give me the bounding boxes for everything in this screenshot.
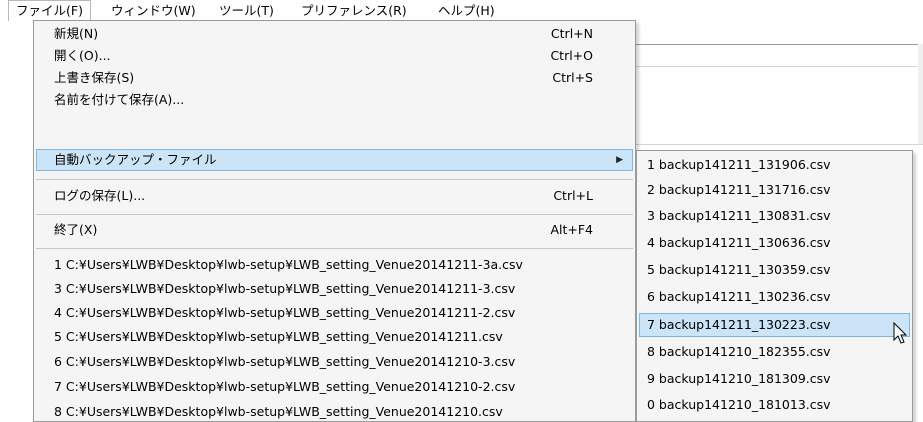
menu-window[interactable]: ウィンドウ(W)	[104, 0, 203, 21]
backup-file-item[interactable]: 8 backup141210_182355.csv	[639, 340, 910, 364]
recent-file-label: 8 C:¥Users¥LWB¥Desktop¥lwb-setup¥LWB_set…	[54, 404, 503, 419]
window-edge	[918, 44, 923, 144]
menu-item-label: 新規(N)	[54, 26, 99, 41]
menubar: ファイル(F) ウィンドウ(W) ツール(T) プリファレンス(R) ヘルプ(H…	[0, 0, 923, 21]
backup-file-item[interactable]: 6 backup141211_130236.csv	[639, 285, 910, 309]
menu-tools[interactable]: ツール(T)	[212, 0, 281, 21]
submenu-arrow-icon: ▶	[616, 155, 623, 165]
recent-file-label: 1 C:¥Users¥LWB¥Desktop¥lwb-setup¥LWB_set…	[54, 257, 523, 272]
menu-file[interactable]: ファイル(F)	[8, 0, 91, 21]
recent-file-item[interactable]: 6 C:¥Users¥LWB¥Desktop¥lwb-setup¥LWB_set…	[36, 351, 633, 373]
mouse-pointer-icon	[893, 322, 908, 344]
recent-file-item[interactable]: 7 C:¥Users¥LWB¥Desktop¥lwb-setup¥LWB_set…	[36, 376, 633, 398]
toolbar-divider	[636, 66, 923, 67]
menu-item-save-log[interactable]: ログの保存(L)... Ctrl+L	[36, 185, 633, 207]
menu-preferences[interactable]: プリファレンス(R)	[294, 0, 414, 21]
toolbar-divider	[636, 144, 923, 145]
menu-item-label: 名前を付けて保存(A)...	[54, 92, 185, 107]
backup-file-label: 4 backup141211_130636.csv	[647, 235, 831, 250]
backup-file-item[interactable]: 9 backup141210_181309.csv	[639, 367, 910, 391]
backup-file-item[interactable]: 1 backup141211_131906.csv	[639, 153, 910, 177]
recent-file-item[interactable]: 4 C:¥Users¥LWB¥Desktop¥lwb-setup¥LWB_set…	[36, 302, 633, 324]
recent-file-item[interactable]: 3 C:¥Users¥LWB¥Desktop¥lwb-setup¥LWB_set…	[36, 278, 633, 300]
backup-file-label: 8 backup141210_182355.csv	[647, 344, 831, 359]
menu-help[interactable]: ヘルプ(H)	[431, 0, 502, 21]
menu-item-label: 上書き保存(S)	[54, 70, 135, 85]
menu-item-label: ログの保存(L)...	[54, 188, 146, 203]
backup-file-label: 0 backup141210_181013.csv	[647, 397, 831, 412]
menu-item-open[interactable]: 開く(O)... Ctrl+O	[36, 45, 633, 67]
menu-separator	[36, 179, 633, 180]
backup-file-label: 7 backup141211_130223.csv	[647, 317, 831, 332]
menu-item-shortcut: Ctrl+O	[550, 48, 593, 63]
recent-file-item[interactable]: 8 C:¥Users¥LWB¥Desktop¥lwb-setup¥LWB_set…	[36, 401, 633, 421]
backup-file-item[interactable]: 2 backup141211_131716.csv	[639, 178, 910, 202]
recent-file-item[interactable]: 1 C:¥Users¥LWB¥Desktop¥lwb-setup¥LWB_set…	[36, 254, 633, 276]
recent-file-label: 3 C:¥Users¥LWB¥Desktop¥lwb-setup¥LWB_set…	[54, 281, 516, 296]
menu-item-save[interactable]: 上書き保存(S) Ctrl+S	[36, 67, 633, 89]
backup-file-label: 6 backup141211_130236.csv	[647, 289, 831, 304]
menu-item-label: 自動バックアップ・ファイル	[54, 152, 217, 167]
menu-item-auto-backup[interactable]: 自動バックアップ・ファイル ▶	[36, 149, 633, 171]
backup-file-item[interactable]: 3 backup141211_130831.csv	[639, 204, 910, 228]
menu-item-save-as[interactable]: 名前を付けて保存(A)...	[36, 89, 633, 111]
backup-file-label: 2 backup141211_131716.csv	[647, 182, 831, 197]
backup-file-item-selected[interactable]: 7 backup141211_130223.csv	[639, 313, 910, 337]
menu-item-shortcut: Ctrl+S	[552, 70, 593, 85]
toolbar-divider	[636, 44, 923, 45]
menu-separator	[36, 214, 633, 215]
backup-file-label: 9 backup141210_181309.csv	[647, 371, 831, 386]
file-menu-dropdown: 新規(N) Ctrl+N 開く(O)... Ctrl+O 上書き保存(S) Ct…	[33, 20, 636, 422]
menu-item-label: 終了(X)	[54, 222, 98, 237]
backup-file-label: 1 backup141211_131906.csv	[647, 157, 831, 172]
backup-file-label: 3 backup141211_130831.csv	[647, 208, 831, 223]
menu-item-label: 開く(O)...	[54, 48, 111, 63]
menu-item-shortcut: Ctrl+N	[550, 26, 593, 41]
backup-file-item[interactable]: 4 backup141211_130636.csv	[639, 231, 910, 255]
backup-file-item[interactable]: 5 backup141211_130359.csv	[639, 258, 910, 282]
auto-backup-submenu: 1 backup141211_131906.csv 2 backup141211…	[636, 150, 913, 422]
recent-file-label: 5 C:¥Users¥LWB¥Desktop¥lwb-setup¥LWB_set…	[54, 329, 503, 344]
recent-file-label: 4 C:¥Users¥LWB¥Desktop¥lwb-setup¥LWB_set…	[54, 305, 516, 320]
backup-file-item[interactable]: 0 backup141210_181013.csv	[639, 393, 910, 417]
menu-item-shortcut: Ctrl+L	[553, 188, 593, 203]
recent-file-item[interactable]: 5 C:¥Users¥LWB¥Desktop¥lwb-setup¥LWB_set…	[36, 326, 633, 348]
backup-file-label: 5 backup141211_130359.csv	[647, 262, 831, 277]
menu-separator	[36, 248, 633, 249]
menu-item-exit[interactable]: 終了(X) Alt+F4	[36, 219, 633, 241]
recent-file-label: 6 C:¥Users¥LWB¥Desktop¥lwb-setup¥LWB_set…	[54, 354, 516, 369]
menu-item-new[interactable]: 新規(N) Ctrl+N	[36, 23, 633, 45]
menu-item-shortcut: Alt+F4	[550, 222, 593, 237]
recent-file-label: 7 C:¥Users¥LWB¥Desktop¥lwb-setup¥LWB_set…	[54, 379, 516, 394]
